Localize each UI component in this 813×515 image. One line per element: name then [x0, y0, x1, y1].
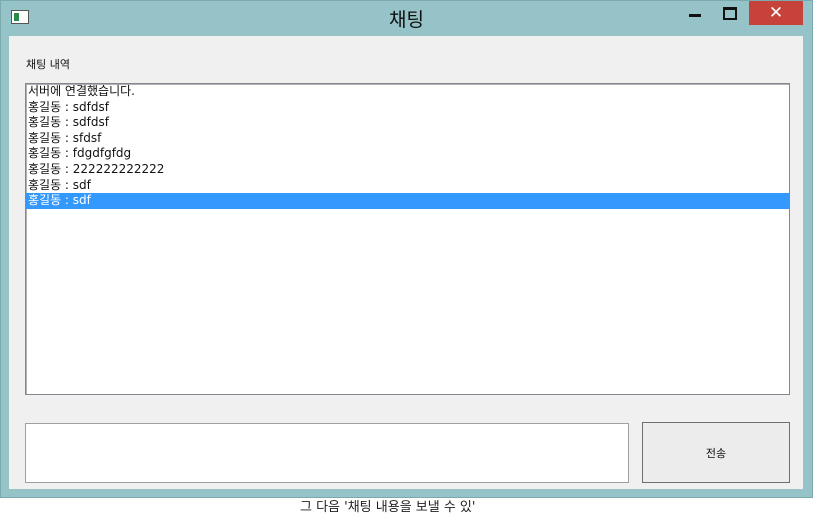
title-bar[interactable]: 채팅 ✕ [1, 1, 812, 35]
list-item[interactable]: 홍길동 : sdfdsf [26, 115, 789, 131]
list-item[interactable]: 홍길동 : sdfdsf [26, 100, 789, 116]
chat-history-label: 채팅 내역 [26, 58, 70, 71]
list-item[interactable]: 홍길동 : sdf [26, 178, 789, 194]
maximize-icon[interactable] [713, 1, 743, 25]
list-item[interactable]: 홍길동 : fdgdfgfdg [26, 146, 789, 162]
minimize-icon[interactable] [677, 1, 707, 25]
list-item[interactable]: 홍길동 : 222222222222 [26, 162, 789, 178]
list-item[interactable]: 서버에 연결했습니다. [26, 84, 789, 100]
chat-window: 채팅 ✕ 채팅 내역 서버에 연결했습니다. 홍길동 : sdfdsf 홍길동 … [0, 0, 813, 498]
list-item[interactable]: 홍길동 : sfdsf [26, 131, 789, 147]
list-item[interactable]: 홍길동 : sdf [26, 193, 789, 209]
send-button[interactable]: 전송 [642, 422, 790, 483]
background-partial-text: 그 다음 '채팅 내용을 보낼 수 있' [300, 500, 476, 515]
close-button[interactable]: ✕ [749, 1, 803, 25]
client-area: 채팅 내역 서버에 연결했습니다. 홍길동 : sdfdsf 홍길동 : sdf… [9, 36, 803, 489]
message-input[interactable] [25, 423, 629, 483]
chat-history-list[interactable]: 서버에 연결했습니다. 홍길동 : sdfdsf 홍길동 : sdfdsf 홍길… [25, 83, 790, 395]
